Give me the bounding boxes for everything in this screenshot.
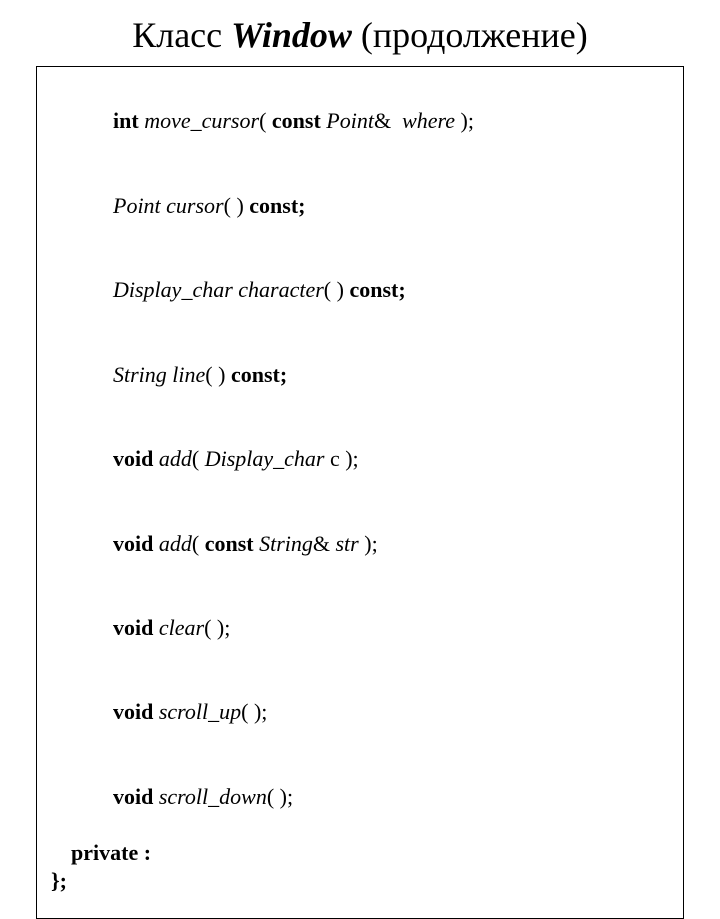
identifier: move_cursor — [139, 108, 259, 133]
punct: ); — [455, 108, 474, 133]
identifier: scroll_up — [153, 699, 241, 724]
slide-title: Класс Window (продолжение) — [0, 0, 720, 66]
type: Point — [321, 108, 374, 133]
code-line: int move_cursor( const Point& where ); — [51, 79, 669, 163]
identifier: add — [153, 446, 192, 471]
punct: & — [313, 531, 336, 556]
param: where — [402, 108, 455, 133]
type: String — [254, 531, 313, 556]
punct: ( ) — [324, 277, 350, 302]
keyword: const — [205, 531, 254, 556]
code-line: void add( const String& str ); — [51, 501, 669, 585]
punct: ( — [259, 108, 272, 133]
punct: ( ) — [224, 193, 250, 218]
keyword: const; — [231, 362, 287, 387]
keyword: void — [113, 784, 153, 809]
punct: ( ); — [204, 615, 230, 640]
identifier: clear — [153, 615, 204, 640]
keyword: void — [113, 531, 153, 556]
identifier: Display_char character — [113, 277, 324, 302]
identifier: Point cursor — [113, 193, 224, 218]
punct: ( ); — [267, 784, 293, 809]
punct: ( ) — [205, 362, 231, 387]
keyword: const; — [249, 193, 305, 218]
code-line: }; — [51, 867, 669, 895]
param: str — [336, 531, 359, 556]
title-window: Window — [231, 15, 352, 55]
punct: ); — [359, 531, 378, 556]
keyword: void — [113, 699, 153, 724]
keyword: void — [113, 446, 153, 471]
code-line: Point cursor( ) const; — [51, 163, 669, 247]
code-line: private : — [51, 839, 669, 867]
identifier: scroll_down — [153, 784, 266, 809]
punct: ( ); — [241, 699, 267, 724]
punct: & — [374, 108, 402, 133]
punct: ( — [192, 446, 205, 471]
type: Display_char — [205, 446, 325, 471]
punct: ( — [192, 531, 205, 556]
title-prefix: Класс — [132, 15, 231, 55]
keyword: int — [113, 108, 139, 133]
code-line: void add( Display_char c ); — [51, 417, 669, 501]
keyword: const — [272, 108, 321, 133]
code-line: void scroll_down( ); — [51, 755, 669, 839]
code-line: void clear( ); — [51, 586, 669, 670]
keyword: const; — [349, 277, 405, 302]
keyword: void — [113, 615, 153, 640]
code-box: int move_cursor( const Point& where ); P… — [36, 66, 684, 919]
code-line: String line( ) const; — [51, 332, 669, 416]
code-line: Display_char character( ) const; — [51, 248, 669, 332]
title-suffix: (продолжение) — [352, 15, 588, 55]
code-line: void scroll_up( ); — [51, 670, 669, 754]
param: c ); — [324, 446, 358, 471]
identifier: String line — [113, 362, 205, 387]
identifier: add — [153, 531, 192, 556]
